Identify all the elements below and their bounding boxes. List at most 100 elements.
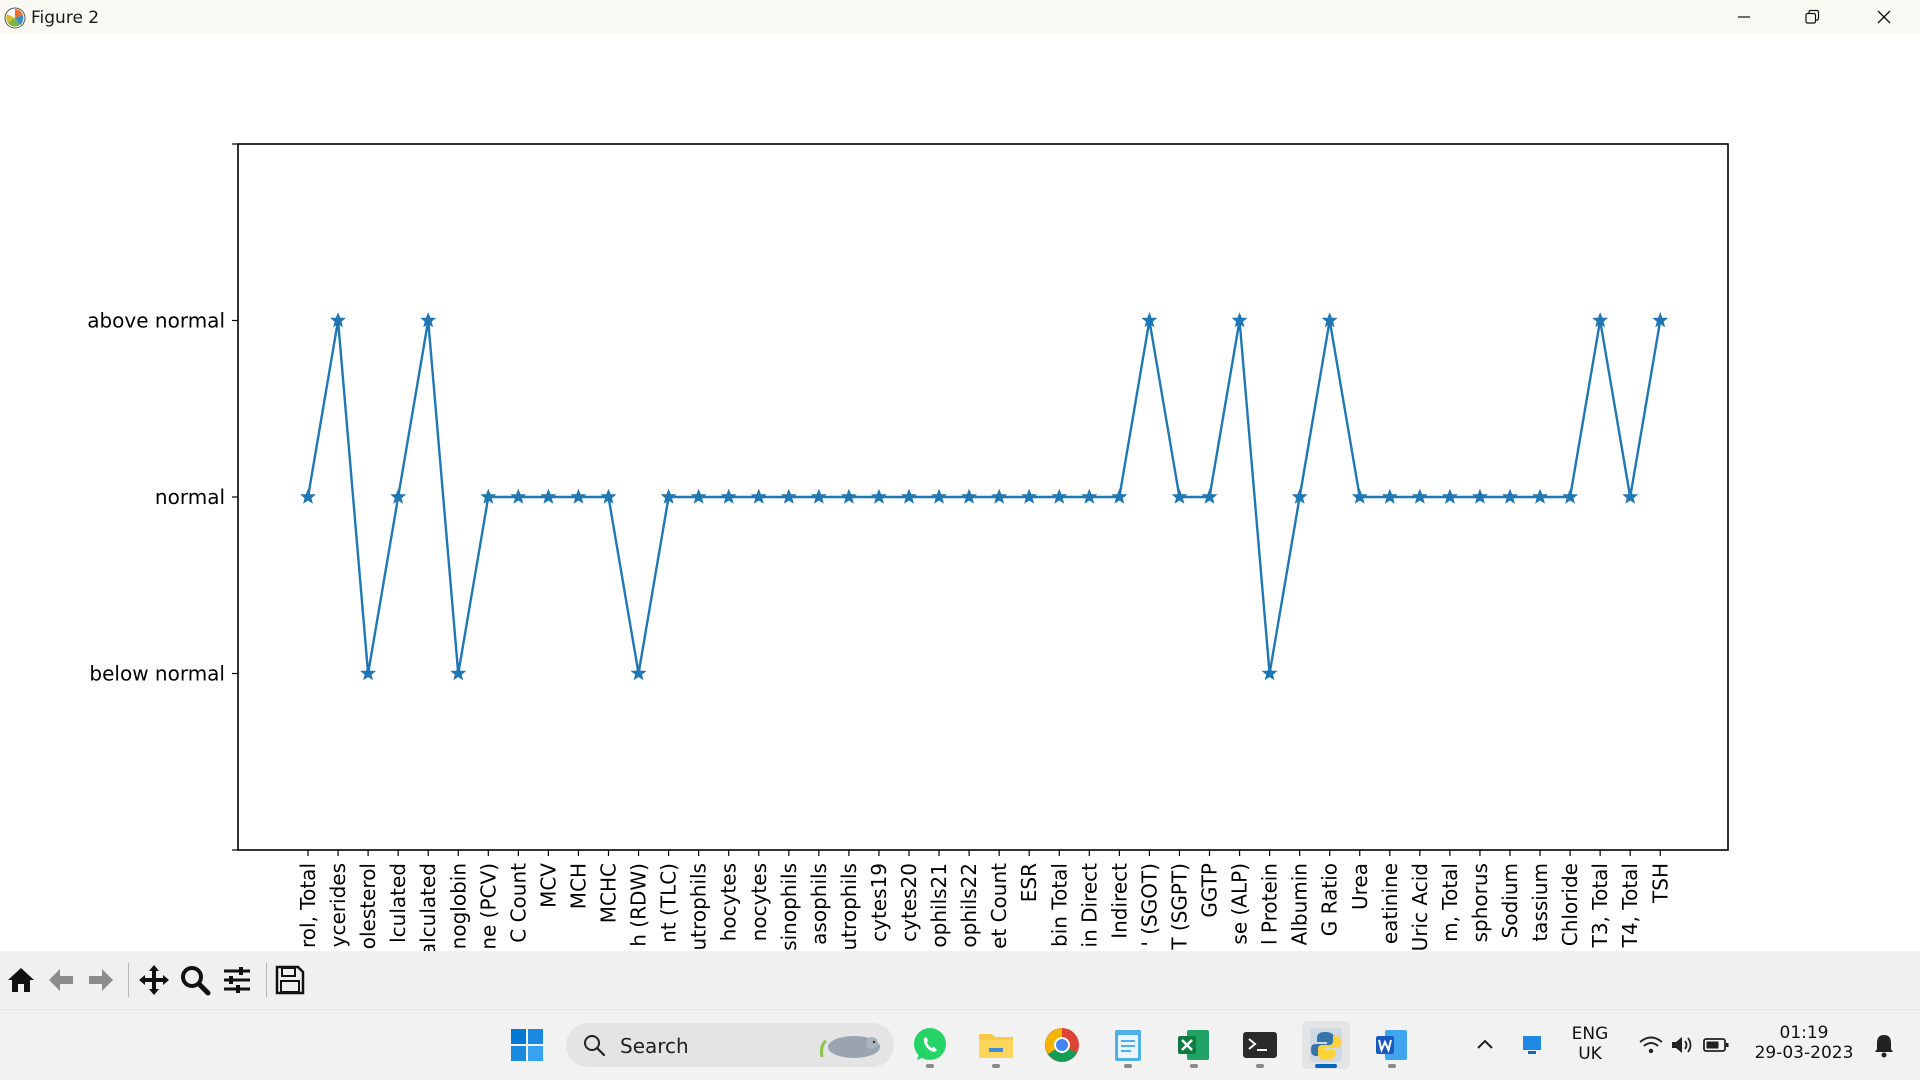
- forward-button[interactable]: [84, 963, 118, 997]
- language-code: ENG: [1571, 1024, 1609, 1044]
- restore-icon: [1805, 9, 1820, 24]
- pan-move-icon: [139, 965, 169, 995]
- x-tick-label: noglobin: [446, 863, 470, 949]
- y-tick-label: above normal: [87, 309, 225, 333]
- x-tick-label: sphorus: [1468, 863, 1492, 942]
- zoom-button[interactable]: [178, 963, 212, 997]
- tray-app-button[interactable]: [1508, 1021, 1556, 1069]
- taskbar-terminal[interactable]: [1236, 1021, 1284, 1069]
- x-tick-label: bin Total: [1047, 863, 1071, 947]
- x-tick-label: alculated: [416, 863, 440, 951]
- data-point-star: [1081, 488, 1098, 504]
- window-titlebar: Figure 2: [0, 0, 1920, 34]
- data-point-star: [1111, 488, 1128, 504]
- x-tick-label: m, Total: [1438, 863, 1462, 942]
- forward-arrow-icon: [89, 969, 113, 991]
- y-tick-label: normal: [155, 485, 225, 509]
- data-point-star: [300, 488, 316, 504]
- notification-bell-icon: [1875, 1035, 1893, 1058]
- x-tick-label: MCH: [566, 863, 590, 909]
- start-button[interactable]: [503, 1021, 551, 1069]
- python-icon: [1310, 1028, 1342, 1062]
- data-point-star: [540, 488, 557, 504]
- data-point-star: [750, 488, 767, 504]
- x-tick-label: Chloride: [1558, 863, 1582, 946]
- data-point-star: [1201, 488, 1218, 504]
- data-point-star: [870, 488, 887, 504]
- x-tick-label: T (SGPT): [1167, 863, 1191, 951]
- notification-center-button[interactable]: [1864, 1021, 1904, 1069]
- x-tick-label: ' (SGOT): [1137, 863, 1161, 947]
- x-tick-label: lculated: [386, 863, 410, 943]
- zoom-magnifier-icon: [181, 966, 211, 996]
- pan-button[interactable]: [137, 963, 171, 997]
- back-button[interactable]: [44, 963, 78, 997]
- x-tick-label: T3, Total: [1588, 863, 1612, 948]
- x-tick-label: olesterol: [356, 863, 380, 949]
- x-tick-label: Sodium: [1498, 863, 1522, 938]
- taskbar-file-explorer[interactable]: [972, 1021, 1020, 1069]
- data-point-star: [360, 665, 377, 681]
- navigation-toolbar: [0, 951, 1920, 1009]
- configure-subplots-button[interactable]: [220, 963, 254, 997]
- battery-icon: [1703, 1038, 1729, 1052]
- x-tick-label: G Ratio: [1318, 863, 1342, 936]
- x-tick-label: Uric Acid: [1408, 863, 1432, 951]
- quick-settings-button[interactable]: [1624, 1021, 1744, 1069]
- data-point-star: [690, 488, 707, 504]
- matplotlib-app-icon: [4, 7, 26, 29]
- minimize-button[interactable]: [1710, 0, 1778, 34]
- search-icon: [584, 1035, 606, 1057]
- folder-icon: [979, 1034, 1013, 1058]
- taskbar-notepad[interactable]: [1104, 1021, 1152, 1069]
- data-point-star: [840, 488, 857, 504]
- data-point-star: [720, 488, 737, 504]
- line-chart: below normal normal above normal rol, Total…: [87, 143, 1729, 951]
- keyboard-layout: UK: [1578, 1044, 1602, 1064]
- x-tick-label: cytes20: [897, 863, 921, 942]
- taskbar-chrome[interactable]: [1038, 1021, 1086, 1069]
- language-indicator[interactable]: ENG UK: [1562, 1024, 1618, 1064]
- toolbar-separator: [128, 963, 129, 997]
- save-button[interactable]: [273, 963, 307, 997]
- restore-button[interactable]: [1778, 0, 1846, 34]
- taskbar-whatsapp[interactable]: [906, 1021, 954, 1069]
- close-button[interactable]: [1850, 0, 1918, 34]
- data-point-star: [1351, 488, 1368, 504]
- notepad-icon: [1115, 1030, 1141, 1061]
- taskbar-search-box[interactable]: Search: [566, 1023, 894, 1067]
- clock[interactable]: 01:19 29-03-2023: [1752, 1023, 1856, 1063]
- data-point-star: [450, 665, 467, 681]
- data-point-star: [1051, 488, 1068, 504]
- window-title: Figure 2: [31, 8, 100, 28]
- x-tick-label: Urea: [1348, 863, 1372, 910]
- x-tick-label: hocytes: [717, 863, 741, 941]
- x-tick-label: se (ALP): [1228, 863, 1252, 945]
- x-tick-label: eatinine: [1378, 863, 1402, 944]
- data-point-star: [901, 488, 917, 504]
- chevron-up-icon: [1477, 1039, 1493, 1049]
- configure-subplots-icon: [224, 967, 250, 993]
- x-tick-label: MCV: [536, 863, 560, 908]
- clock-time: 01:19: [1779, 1023, 1829, 1043]
- x-tick-label: in Direct: [1077, 863, 1101, 948]
- search-label: Search: [620, 1034, 689, 1058]
- data-point-star: [931, 488, 948, 504]
- data-point-star: [1622, 488, 1639, 504]
- data-point-star: [1171, 488, 1188, 504]
- x-tick-label: utrophils: [687, 863, 711, 950]
- taskbar-python[interactable]: [1302, 1021, 1350, 1069]
- home-button[interactable]: [4, 963, 38, 997]
- wifi-icon: [1639, 1036, 1663, 1054]
- x-tick-label: utrophils: [837, 863, 861, 950]
- excel-icon: [1178, 1030, 1209, 1060]
- x-tick-label: ophils22: [957, 863, 981, 948]
- data-point-star: [991, 488, 1008, 504]
- figure-canvas[interactable]: below normal normal above normal rol, Total…: [0, 34, 1920, 951]
- x-tick-label: tassium: [1528, 863, 1552, 942]
- show-hidden-icons-button[interactable]: [1461, 1021, 1509, 1069]
- taskbar-excel[interactable]: [1170, 1021, 1218, 1069]
- taskbar-word[interactable]: [1368, 1021, 1416, 1069]
- data-point-star: [1502, 488, 1518, 504]
- x-tick-label: C Count: [506, 863, 530, 943]
